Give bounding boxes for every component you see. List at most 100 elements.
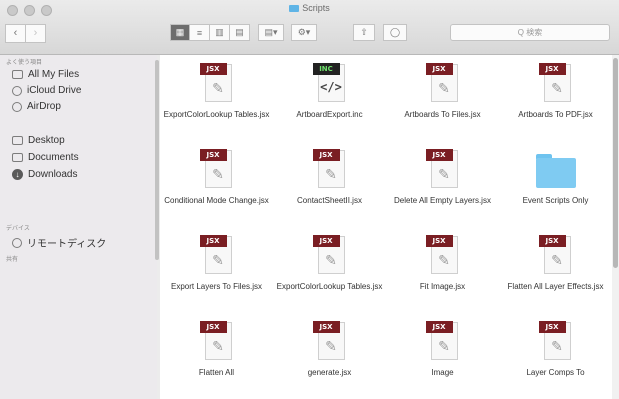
file-name: Flatten All (198, 368, 235, 377)
scroll-thumb[interactable] (613, 58, 618, 268)
file-name: Layer Comps To (526, 368, 585, 377)
navigation-buttons: ‹ › (5, 24, 46, 43)
airdrop-icon (12, 101, 22, 112)
jsx-file-icon: JSX ✎ (312, 146, 347, 192)
sidebar-item-desktop[interactable]: Desktop (12, 135, 65, 146)
share-button[interactable]: ⇧ (353, 24, 375, 41)
file-badge: JSX (199, 235, 227, 247)
window-titlebar: Scripts ‹ › ▦ ≡ ▥ ▤ ▤▾ ⚙▾ ⇧ ◯ Q 検索 (0, 0, 619, 55)
file-item[interactable]: JSX ✎ Layer Comps To (499, 313, 612, 378)
sidebar: よく使う項目 All My Files iCloud Drive AirDrop… (0, 55, 157, 399)
remote-disc-icon (12, 237, 22, 248)
sidebar-scrollbar[interactable] (155, 60, 159, 260)
jsx-file-icon: JSX ✎ (425, 232, 460, 278)
file-badge: JSX (425, 63, 453, 75)
forward-button[interactable]: › (26, 24, 46, 43)
file-badge: JSX (538, 321, 566, 333)
file-badge: JSX (425, 235, 453, 247)
file-item[interactable]: JSX ✎ Fit Image.jsx (386, 227, 499, 292)
action-menu: ⚙▾ (291, 24, 317, 41)
file-badge: JSX (199, 63, 227, 75)
action-gear-button[interactable]: ⚙▾ (291, 24, 317, 41)
file-badge: JSX (312, 235, 340, 247)
file-item[interactable]: JSX ✎ Flatten All (160, 313, 273, 378)
documents-icon (12, 153, 23, 162)
jsx-file-icon: JSX ✎ (312, 232, 347, 278)
tag-button[interactable]: ◯ (383, 24, 407, 41)
cloud-icon (12, 85, 22, 96)
jsx-file-icon: JSX ✎ (538, 60, 573, 106)
sidebar-item-icloud-drive[interactable]: iCloud Drive (12, 85, 81, 96)
sidebar-item-all-my-files[interactable]: All My Files (12, 69, 79, 80)
jsx-file-icon: JSX ✎ (425, 60, 460, 106)
sidebar-item-label: AirDrop (27, 101, 61, 112)
cover-flow-button[interactable]: ▤ (230, 24, 250, 41)
shared-header: 共有 (6, 257, 19, 263)
file-name: Export Layers To Files.jsx (171, 282, 262, 291)
sidebar-item-label: Desktop (28, 135, 65, 146)
all-files-icon (12, 70, 23, 79)
file-item[interactable]: JSX ✎ Conditional Mode Change.jsx (160, 141, 273, 206)
jsx-file-icon: JSX ✎ (425, 146, 460, 192)
back-button[interactable]: ‹ (5, 24, 26, 43)
file-badge: JSX (538, 63, 566, 75)
search-field[interactable]: Q 検索 (450, 24, 610, 41)
share-control: ⇧ (353, 24, 375, 41)
downloads-icon: ↓ (12, 169, 23, 180)
sidebar-item-downloads[interactable]: ↓ Downloads (12, 169, 77, 180)
file-item[interactable]: JSX ✎ Export Layers To Files.jsx (160, 227, 273, 292)
file-badge: JSX (425, 321, 453, 333)
file-badge: INC (312, 63, 340, 75)
file-badge: JSX (425, 149, 453, 161)
file-name: Fit Image.jsx (419, 282, 466, 291)
sidebar-item-label: All My Files (28, 69, 80, 80)
file-item[interactable]: JSX ✎ Image (386, 313, 499, 378)
file-name: ExportColorLookup Tables.jsx (163, 110, 270, 119)
jsx-file-icon: JSX ✎ (199, 60, 234, 106)
file-item[interactable]: Event Scripts Only (499, 141, 612, 206)
file-item[interactable]: JSX ✎ Delete All Empty Layers.jsx (386, 141, 499, 206)
file-name: generate.jsx (307, 368, 352, 377)
inc-file-icon: INC </> (312, 60, 347, 106)
icon-view-button[interactable]: ▦ (170, 24, 190, 41)
sidebar-item-label: Documents (28, 152, 79, 163)
file-item[interactable]: JSX ✎ ExportColorLookup Tables.jsx (160, 55, 273, 120)
file-item[interactable]: JSX ✎ ExportColorLookup Tables.jsx (273, 227, 386, 292)
file-grid-scrollbar[interactable] (612, 55, 619, 399)
file-badge: JSX (199, 321, 227, 333)
view-mode-control: ▦ ≡ ▥ ▤ (170, 24, 250, 41)
file-name: Image (431, 368, 454, 377)
file-item[interactable]: JSX ✎ ContactSheetII.jsx (273, 141, 386, 206)
file-name: ArtboardExport.inc (296, 110, 363, 119)
jsx-file-icon: JSX ✎ (199, 146, 234, 192)
file-name: Event Scripts Only (522, 196, 589, 205)
jsx-file-icon: JSX ✎ (199, 232, 234, 278)
sidebar-item-documents[interactable]: Documents (12, 152, 79, 163)
file-item[interactable]: INC </> ArtboardExport.inc (273, 55, 386, 120)
file-badge: JSX (538, 235, 566, 247)
file-name: Conditional Mode Change.jsx (164, 196, 269, 205)
file-item[interactable]: JSX ✎ Flatten All Layer Effects.jsx (499, 227, 612, 292)
file-name: ExportColorLookup Tables.jsx (276, 282, 383, 291)
sidebar-item-label: iCloud Drive (27, 85, 82, 96)
tag-control: ◯ (383, 24, 407, 41)
sidebar-item-remote-disc[interactable]: リモートディスク (12, 235, 106, 250)
file-badge: JSX (199, 149, 227, 161)
arrange-menu: ▤▾ (258, 24, 284, 41)
sidebar-item-airdrop[interactable]: AirDrop (12, 101, 61, 112)
file-item[interactable]: JSX ✎ Artboards To PDF.jsx (499, 55, 612, 120)
sidebar-item-label: リモートディスク (27, 239, 107, 250)
file-name: Artboards To Files.jsx (404, 110, 481, 119)
file-badge: JSX (312, 149, 340, 161)
file-item[interactable]: JSX ✎ Artboards To Files.jsx (386, 55, 499, 120)
list-view-button[interactable]: ≡ (190, 24, 210, 41)
arrange-button[interactable]: ▤▾ (258, 24, 284, 41)
file-name: Artboards To PDF.jsx (518, 110, 593, 119)
file-name: Delete All Empty Layers.jsx (394, 196, 491, 205)
favorites-header: よく使う項目 (6, 60, 43, 66)
desktop-icon (12, 136, 23, 145)
file-name: Flatten All Layer Effects.jsx (507, 282, 604, 291)
file-item[interactable]: JSX ✎ generate.jsx (273, 313, 386, 378)
column-view-button[interactable]: ▥ (210, 24, 230, 41)
window-title-text: Scripts (302, 3, 330, 13)
